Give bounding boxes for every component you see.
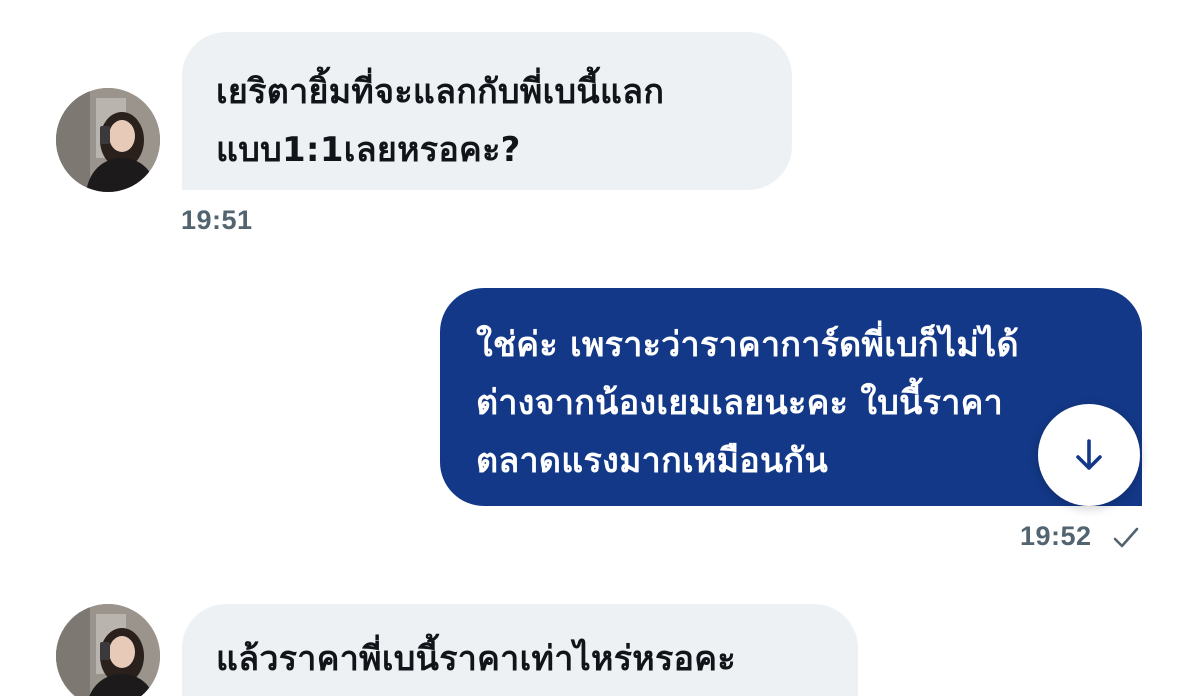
message-timestamp: 19:52 (1020, 521, 1092, 551)
incoming-message-bubble[interactable]: เยริตายิ้มที่จะแลกกับพี่เบนี้แลก แบบ1:1เ… (182, 32, 792, 190)
message-timestamp: 19:51 (181, 205, 253, 235)
incoming-message-bubble[interactable]: แล้วราคาพี่เบนี้ราคาเท่าไหร่หรอคะ (182, 604, 858, 696)
avatar[interactable] (56, 88, 160, 192)
avatar[interactable] (56, 604, 160, 696)
chat-thread: เยริตายิ้มที่จะแลกกับพี่เบนี้แลก แบบ1:1เ… (0, 0, 1200, 696)
read-check-icon (1113, 527, 1139, 548)
user-photo-avatar-icon (56, 88, 160, 192)
user-photo-avatar-icon (56, 604, 160, 696)
arrow-down-icon (1076, 439, 1102, 470)
scroll-to-bottom-button[interactable] (1038, 404, 1140, 506)
outgoing-message-bubble[interactable]: ใช่ค่ะ เพราะว่าราคาการ์ดพี่เบก็ไม่ได้ ต่… (440, 288, 1142, 506)
